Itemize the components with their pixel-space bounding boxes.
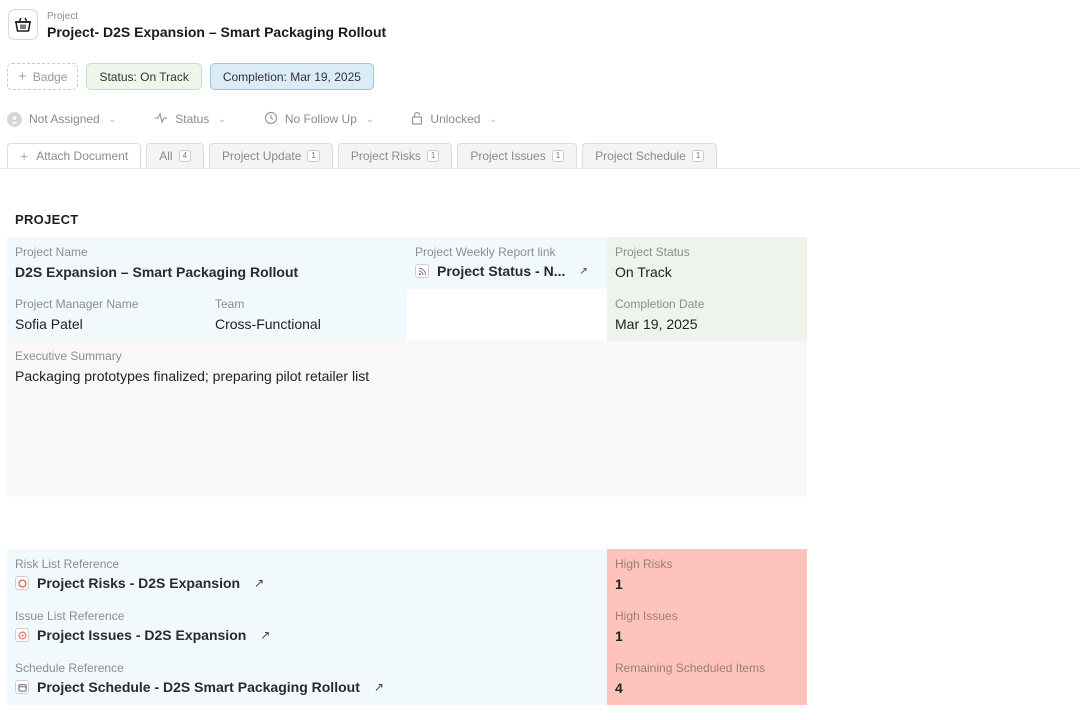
status-dropdown[interactable]: Status ⌄ bbox=[154, 111, 226, 127]
weekly-report-text: Project Status - N... bbox=[437, 263, 566, 279]
rss-icon bbox=[415, 264, 429, 278]
badge-row: + Badge Status: On Track Completion: Mar… bbox=[7, 63, 374, 90]
field-label: Project Name bbox=[15, 245, 88, 259]
project-status-cell: Project Status On Track bbox=[607, 237, 807, 289]
assignee-dropdown[interactable]: Not Assigned ⌄ bbox=[7, 111, 117, 127]
section-heading: PROJECT bbox=[15, 212, 79, 227]
field-label: Issue List Reference bbox=[15, 609, 125, 623]
field-label: Completion Date bbox=[615, 297, 705, 311]
field-label: Team bbox=[215, 297, 245, 311]
chevron-down-icon: ⌄ bbox=[365, 113, 374, 124]
lock-dropdown[interactable]: Unlocked ⌄ bbox=[411, 111, 497, 128]
chevron-down-icon: ⌄ bbox=[108, 113, 117, 124]
tab-count: 4 bbox=[178, 150, 192, 162]
tab-bar: + Attach Document All 4 Project Update 1… bbox=[7, 143, 718, 168]
schedule-reference-cell: Schedule Reference Project Schedule - D2… bbox=[7, 653, 607, 705]
attach-document-button[interactable]: + Attach Document bbox=[7, 143, 142, 168]
field-label: Project Weekly Report link bbox=[415, 245, 556, 259]
tab-count: 1 bbox=[426, 150, 440, 162]
breadcrumb[interactable]: Project bbox=[47, 11, 78, 22]
issue-icon bbox=[15, 628, 29, 642]
risk-reference-cell: Risk List Reference Project Risks - D2S … bbox=[7, 549, 607, 601]
team-cell: Team Cross-Functional bbox=[207, 289, 407, 341]
field-label: Risk List Reference bbox=[15, 557, 120, 571]
status-badge[interactable]: Status: On Track bbox=[86, 63, 202, 90]
chevron-down-icon: ⌄ bbox=[218, 113, 226, 124]
tab-label: Project Update bbox=[222, 149, 302, 163]
manager-cell: Project Manager Name Sofia Patel bbox=[7, 289, 207, 341]
calendar-icon bbox=[15, 680, 29, 694]
executive-summary-cell: Executive Summary Packaging prototypes f… bbox=[7, 341, 807, 497]
issue-reference-cell: Issue List Reference Project Issues - D2… bbox=[7, 601, 607, 653]
field-label: Remaining Scheduled Items bbox=[615, 661, 766, 675]
schedule-reference-text: Project Schedule - D2S Smart Packaging R… bbox=[37, 679, 360, 695]
risk-reference-link[interactable]: Project Risks - D2S Expansion ↗ bbox=[15, 575, 599, 591]
field-label: Executive Summary bbox=[15, 349, 122, 363]
executive-summary-value[interactable]: Packaging prototypes finalized; preparin… bbox=[15, 367, 799, 385]
issue-reference-link[interactable]: Project Issues - D2S Expansion ↗ bbox=[15, 627, 599, 643]
plus-icon: + bbox=[20, 148, 29, 164]
tab-label: Project Issues bbox=[470, 149, 546, 163]
schedule-reference-link[interactable]: Project Schedule - D2S Smart Packaging R… bbox=[15, 679, 599, 695]
property-bar: Not Assigned ⌄ Status ⌄ No Follow Up ⌄ U… bbox=[7, 110, 535, 128]
manager-value[interactable]: Sofia Patel bbox=[15, 315, 199, 333]
completion-badge[interactable]: Completion: Mar 19, 2025 bbox=[209, 63, 374, 90]
chevron-down-icon: ⌄ bbox=[489, 113, 497, 124]
field-label: High Issues bbox=[615, 609, 678, 623]
team-value[interactable]: Cross-Functional bbox=[215, 315, 399, 333]
status-label: Status bbox=[175, 112, 210, 126]
risk-icon bbox=[15, 576, 29, 590]
project-name-cell: Project Name D2S Expansion – Smart Packa… bbox=[7, 237, 407, 289]
assignee-label: Not Assigned bbox=[29, 112, 100, 126]
high-issues-cell: High Issues 1 bbox=[607, 601, 807, 653]
field-label: Schedule Reference bbox=[15, 661, 124, 675]
high-risks-value: 1 bbox=[615, 576, 623, 592]
user-icon bbox=[7, 111, 22, 127]
page-title: Project- D2S Expansion – Smart Packaging… bbox=[47, 24, 387, 40]
remaining-items-cell: Remaining Scheduled Items 4 bbox=[607, 653, 807, 705]
follow-up-label: No Follow Up bbox=[284, 112, 357, 126]
issue-reference-text: Project Issues - D2S Expansion bbox=[37, 627, 247, 643]
external-link-icon: ↗ bbox=[579, 265, 588, 277]
attach-document-label: Attach Document bbox=[36, 149, 129, 163]
high-issues-value: 1 bbox=[615, 628, 623, 644]
tab-divider bbox=[0, 168, 1080, 169]
weekly-report-link[interactable]: Project Status - N... ↗ bbox=[415, 263, 599, 279]
basket-icon bbox=[8, 9, 38, 40]
completion-date-value[interactable]: Mar 19, 2025 bbox=[615, 315, 799, 333]
project-status-value[interactable]: On Track bbox=[615, 263, 799, 281]
tab-count: 1 bbox=[307, 150, 320, 162]
tab-label: All bbox=[159, 149, 173, 163]
remaining-items-value: 4 bbox=[615, 680, 623, 696]
field-label: Project Manager Name bbox=[15, 297, 139, 311]
completion-date-cell: Completion Date Mar 19, 2025 bbox=[607, 289, 807, 341]
field-label: Project Status bbox=[615, 245, 690, 259]
follow-up-dropdown[interactable]: No Follow Up ⌄ bbox=[264, 111, 374, 128]
tab-count: 1 bbox=[691, 150, 705, 162]
tab-project-schedule[interactable]: Project Schedule 1 bbox=[582, 143, 718, 168]
high-risks-cell: High Risks 1 bbox=[607, 549, 807, 601]
external-link-icon: ↗ bbox=[260, 628, 271, 642]
add-badge-label: Badge bbox=[32, 69, 68, 84]
unlock-icon bbox=[411, 111, 423, 128]
tab-project-issues[interactable]: Project Issues 1 bbox=[457, 143, 578, 168]
tab-label: Project Risks bbox=[350, 149, 421, 163]
tab-project-update[interactable]: Project Update 1 bbox=[209, 143, 333, 168]
tab-project-risks[interactable]: Project Risks 1 bbox=[337, 143, 453, 168]
risk-reference-text: Project Risks - D2S Expansion bbox=[37, 575, 241, 591]
clock-icon bbox=[264, 111, 278, 128]
field-label: High Risks bbox=[615, 557, 673, 571]
weekly-report-cell: Project Weekly Report link Project Statu… bbox=[407, 237, 607, 289]
project-name-value[interactable]: D2S Expansion – Smart Packaging Rollout bbox=[15, 263, 399, 281]
external-link-icon: ↗ bbox=[254, 576, 265, 590]
add-badge-button[interactable]: + Badge bbox=[7, 63, 79, 90]
tab-all[interactable]: All 4 bbox=[146, 143, 205, 168]
activity-icon bbox=[154, 111, 168, 127]
external-link-icon: ↗ bbox=[373, 680, 384, 694]
plus-icon: + bbox=[18, 68, 27, 85]
tab-count: 1 bbox=[551, 150, 565, 162]
lock-label: Unlocked bbox=[430, 112, 481, 126]
tab-label: Project Schedule bbox=[595, 149, 686, 163]
